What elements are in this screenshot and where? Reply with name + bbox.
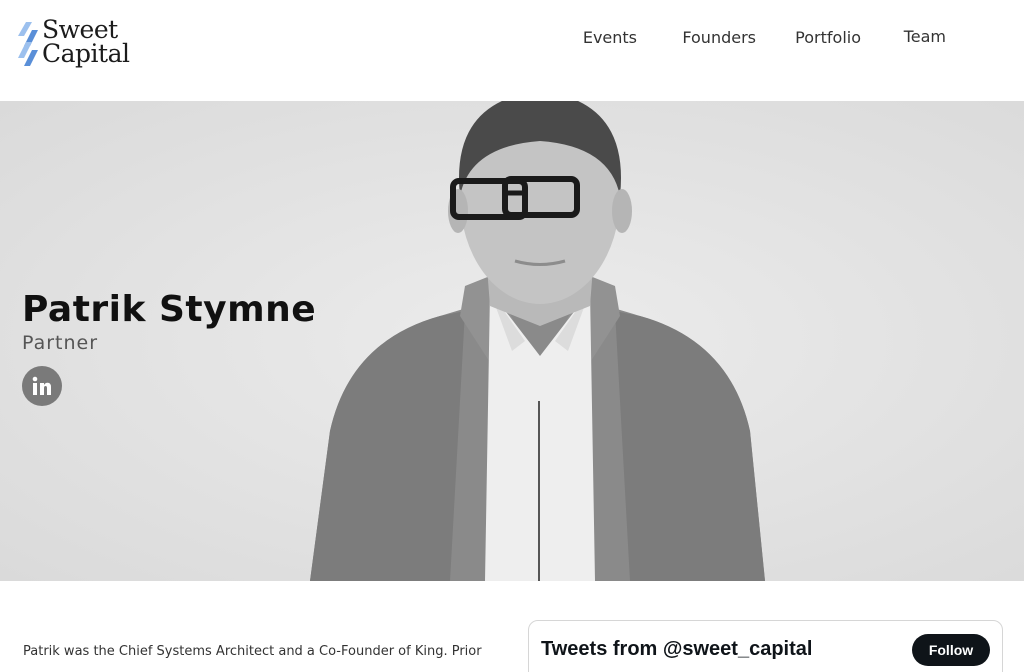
portrait-image [310, 101, 765, 581]
profile-role: Partner [22, 332, 99, 354]
follow-button[interactable]: Follow [912, 634, 990, 666]
linkedin-icon [32, 376, 51, 395]
linkedin-button[interactable] [22, 366, 62, 406]
brand-logo[interactable]: Sweet Capital [18, 17, 130, 72]
twitter-widget: Tweets from @sweet_capital Follow [528, 620, 1003, 672]
profile-hero: Patrik Stymne Partner [0, 101, 1024, 581]
bio-line: Patrik was the Chief Systems Architect a… [23, 644, 482, 659]
brand-wordmark: Sweet Capital [42, 17, 130, 68]
twitter-widget-title: Tweets from @sweet_capital [541, 638, 813, 660]
profile-name: Patrik Stymne [22, 289, 317, 330]
brand-line-2: Capital [42, 39, 130, 68]
logo-mark-icon [18, 22, 38, 66]
nav-item-founders[interactable]: Founders [682, 28, 756, 47]
nav-item-events[interactable]: Events [583, 28, 637, 47]
site-header: Sweet Capital Events Founders Portfolio … [0, 0, 1024, 101]
profile-bio: Patrik was the Chief Systems Architect a… [23, 640, 482, 664]
nav-item-portfolio[interactable]: Portfolio [795, 28, 861, 47]
nav-item-team[interactable]: Team [904, 27, 946, 46]
